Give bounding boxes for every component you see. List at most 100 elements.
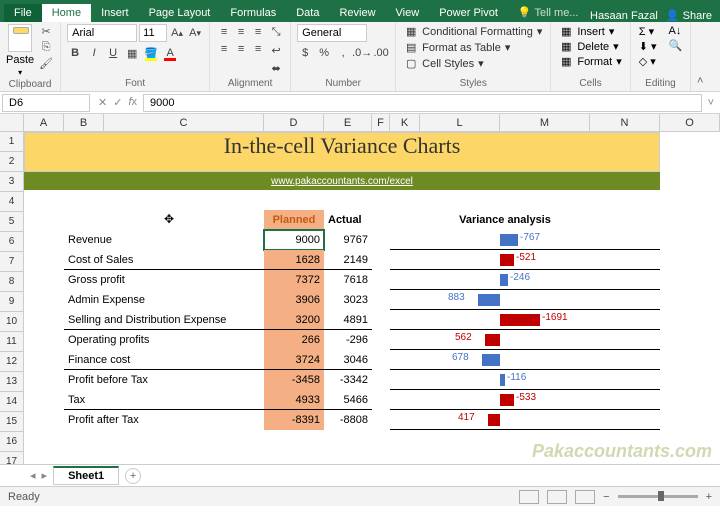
accounting-format-icon[interactable]: $ bbox=[297, 45, 313, 61]
cell[interactable]: 3023 bbox=[324, 290, 372, 310]
worksheet-grid[interactable]: ABCDEFKLMNOP 123456789101112131415161718… bbox=[0, 114, 720, 464]
cell[interactable]: 5466 bbox=[324, 390, 372, 410]
merge-icon[interactable]: ⬌ bbox=[268, 60, 284, 76]
row-header[interactable]: 16 bbox=[0, 432, 23, 452]
variance-cell[interactable]: 678 bbox=[390, 350, 660, 370]
share-button[interactable]: 👤 Share bbox=[666, 9, 712, 22]
row-header[interactable]: 8 bbox=[0, 272, 23, 292]
expand-formula-bar-icon[interactable]: ˅ bbox=[702, 97, 720, 109]
col-header[interactable]: L bbox=[420, 114, 500, 131]
cell[interactable]: Operating profits bbox=[64, 330, 264, 350]
cell[interactable]: 3200 bbox=[264, 310, 324, 330]
col-header[interactable]: M bbox=[500, 114, 590, 131]
cell[interactable]: Admin Expense bbox=[64, 290, 264, 310]
row-header[interactable]: 15 bbox=[0, 412, 23, 432]
row-header[interactable]: 3 bbox=[0, 172, 23, 192]
zoom-out-button[interactable]: − bbox=[603, 491, 609, 503]
decrease-decimal-icon[interactable]: .00 bbox=[373, 45, 389, 61]
percent-format-icon[interactable]: % bbox=[316, 45, 332, 61]
align-left-icon[interactable]: ≡ bbox=[216, 41, 232, 57]
cell[interactable]: Revenue bbox=[64, 230, 264, 250]
autosum-button[interactable]: Σ ▾ bbox=[637, 24, 659, 39]
cancel-formula-icon[interactable]: ✕ bbox=[98, 96, 107, 109]
number-format-select[interactable]: General bbox=[297, 24, 367, 42]
tab-page-layout[interactable]: Page Layout bbox=[139, 4, 221, 22]
col-header[interactable]: D bbox=[264, 114, 324, 131]
row-header[interactable]: 11 bbox=[0, 332, 23, 352]
cell[interactable]: 7372 bbox=[264, 270, 324, 290]
conditional-formatting-button[interactable]: ▦Conditional Formatting ▾ bbox=[402, 24, 544, 39]
cell[interactable]: 3906 bbox=[264, 290, 324, 310]
row-header[interactable]: 1 bbox=[0, 132, 23, 152]
paste-button[interactable]: Paste▾ bbox=[6, 24, 34, 77]
select-all-corner[interactable] bbox=[0, 114, 24, 132]
font-family-select[interactable]: Arial bbox=[67, 24, 137, 42]
normal-view-button[interactable] bbox=[519, 490, 539, 504]
col-header[interactable]: C bbox=[104, 114, 264, 131]
cell[interactable]: 1628 bbox=[264, 250, 324, 270]
variance-cell[interactable]: -767 bbox=[390, 230, 660, 250]
row-header[interactable]: 17 bbox=[0, 452, 23, 464]
page-break-view-button[interactable] bbox=[575, 490, 595, 504]
row-header[interactable]: 14 bbox=[0, 392, 23, 412]
tab-view[interactable]: View bbox=[386, 4, 430, 22]
add-sheet-button[interactable]: + bbox=[125, 468, 141, 484]
shrink-font-icon[interactable]: A▾ bbox=[187, 25, 203, 41]
sheet-tab-sheet1[interactable]: Sheet1 bbox=[53, 466, 119, 485]
cell-styles-button[interactable]: ▢Cell Styles ▾ bbox=[402, 56, 544, 71]
sort-filter-button[interactable]: A↓ bbox=[667, 24, 685, 38]
col-header[interactable]: N bbox=[590, 114, 660, 131]
variance-cell[interactable]: -533 bbox=[390, 390, 660, 410]
tab-insert[interactable]: Insert bbox=[91, 4, 139, 22]
col-header[interactable]: B bbox=[64, 114, 104, 131]
format-cells-button[interactable]: ▦Format ▾ bbox=[557, 54, 623, 69]
fill-button[interactable]: ⬇ ▾ bbox=[637, 39, 659, 54]
variance-cell[interactable]: -1691 bbox=[390, 310, 660, 330]
cell[interactable]: 7618 bbox=[324, 270, 372, 290]
row-header[interactable]: 9 bbox=[0, 292, 23, 312]
cell[interactable]: -8808 bbox=[324, 410, 372, 430]
col-header[interactable]: O bbox=[660, 114, 720, 131]
comma-format-icon[interactable]: , bbox=[335, 45, 351, 61]
col-header[interactable]: F bbox=[372, 114, 390, 131]
cell[interactable]: 3724 bbox=[264, 350, 324, 370]
row-header[interactable]: 6 bbox=[0, 232, 23, 252]
cell[interactable]: Profit before Tax bbox=[64, 370, 264, 390]
align-middle-icon[interactable]: ≡ bbox=[233, 24, 249, 40]
variance-cell[interactable]: 417 bbox=[390, 410, 660, 430]
enter-formula-icon[interactable]: ✓ bbox=[113, 96, 122, 109]
col-header[interactable]: K bbox=[390, 114, 420, 131]
cell[interactable]: Tax bbox=[64, 390, 264, 410]
cell[interactable]: 2149 bbox=[324, 250, 372, 270]
cell[interactable]: -296 bbox=[324, 330, 372, 350]
increase-decimal-icon[interactable]: .0→ bbox=[354, 45, 370, 61]
col-header[interactable]: E bbox=[324, 114, 372, 131]
font-color-button[interactable]: A bbox=[162, 45, 178, 61]
zoom-slider[interactable] bbox=[618, 495, 698, 498]
delete-cells-button[interactable]: ▦Delete ▾ bbox=[557, 39, 623, 54]
clear-button[interactable]: ◇ ▾ bbox=[637, 54, 659, 69]
variance-cell[interactable]: -246 bbox=[390, 270, 660, 290]
italic-button[interactable]: I bbox=[86, 45, 102, 61]
cell[interactable]: Profit after Tax bbox=[64, 410, 264, 430]
collapse-ribbon-icon[interactable]: ˄ bbox=[691, 22, 709, 91]
variance-cell[interactable]: -521 bbox=[390, 250, 660, 270]
cell[interactable]: -8391 bbox=[264, 410, 324, 430]
row-header[interactable]: 13 bbox=[0, 372, 23, 392]
borders-button[interactable]: ▦ bbox=[124, 45, 140, 61]
formula-bar[interactable]: 9000 bbox=[143, 94, 702, 112]
cell[interactable]: 9000 bbox=[264, 230, 324, 250]
tab-home[interactable]: Home bbox=[42, 4, 91, 22]
cut-icon[interactable]: ✂ bbox=[38, 24, 54, 38]
cell[interactable]: Cost of Sales bbox=[64, 250, 264, 270]
cell[interactable]: Actual bbox=[324, 210, 372, 230]
cell[interactable]: -3342 bbox=[324, 370, 372, 390]
cell[interactable]: 9767 bbox=[324, 230, 372, 250]
align-center-icon[interactable]: ≡ bbox=[233, 41, 249, 57]
fx-icon[interactable]: fx bbox=[128, 96, 137, 109]
find-select-button[interactable]: 🔍 bbox=[667, 38, 685, 53]
row-header[interactable]: 5 bbox=[0, 212, 23, 232]
col-header[interactable]: A bbox=[24, 114, 64, 131]
row-header[interactable]: 12 bbox=[0, 352, 23, 372]
cell[interactable]: 4933 bbox=[264, 390, 324, 410]
